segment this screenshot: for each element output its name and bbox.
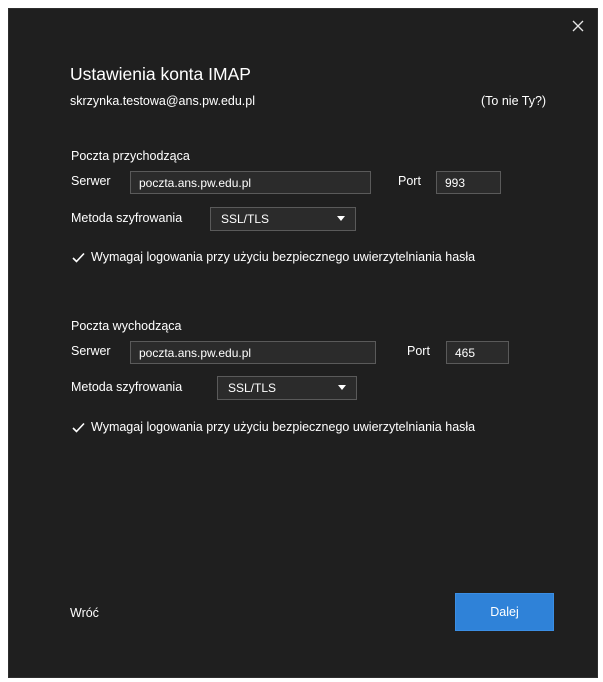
incoming-encryption-select[interactable]: SSL/TLS [210, 207, 356, 231]
incoming-encryption-value: SSL/TLS [221, 212, 270, 226]
incoming-section-label: Poczta przychodząca [71, 149, 190, 163]
chevron-down-icon [338, 385, 346, 390]
next-button[interactable]: Dalej [455, 593, 554, 631]
dialog-title: Ustawienia konta IMAP [70, 64, 251, 84]
back-button[interactable]: Wróć [70, 606, 99, 620]
incoming-secure-auth-checkbox[interactable]: Wymagaj logowania przy użyciu bezpieczne… [71, 249, 541, 265]
incoming-server-label: Serwer [71, 174, 111, 188]
outgoing-server-label: Serwer [71, 344, 111, 358]
outgoing-secure-auth-label: Wymagaj logowania przy użyciu bezpieczne… [91, 420, 476, 434]
incoming-secure-auth-label: Wymagaj logowania przy użyciu bezpieczne… [91, 250, 476, 264]
outgoing-port-label: Port [407, 344, 430, 358]
imap-settings-dialog: Ustawienia konta IMAP skrzynka.testowa@a… [8, 8, 598, 678]
close-icon [572, 20, 584, 32]
outgoing-port-input[interactable] [446, 341, 509, 364]
incoming-port-input[interactable] [436, 171, 501, 194]
outgoing-section-label: Poczta wychodząca [71, 319, 182, 333]
outgoing-encryption-label: Metoda szyfrowania [71, 380, 183, 394]
chevron-down-icon [337, 216, 345, 221]
outgoing-encryption-value: SSL/TLS [228, 381, 277, 395]
outgoing-secure-auth-checkbox[interactable]: Wymagaj logowania przy użyciu bezpieczne… [71, 419, 541, 435]
outgoing-encryption-select[interactable]: SSL/TLS [217, 376, 357, 400]
checkmark-icon [71, 420, 85, 434]
close-button[interactable] [565, 13, 591, 39]
account-email: skrzynka.testowa@ans.pw.edu.pl [70, 94, 256, 108]
incoming-server-input[interactable] [130, 171, 371, 194]
incoming-encryption-label: Metoda szyfrowania [71, 211, 183, 225]
checkmark-icon [71, 250, 85, 264]
incoming-port-label: Port [398, 174, 421, 188]
not-you-link[interactable]: (To nie Ty?) [481, 94, 546, 108]
outgoing-server-input[interactable] [130, 341, 376, 364]
